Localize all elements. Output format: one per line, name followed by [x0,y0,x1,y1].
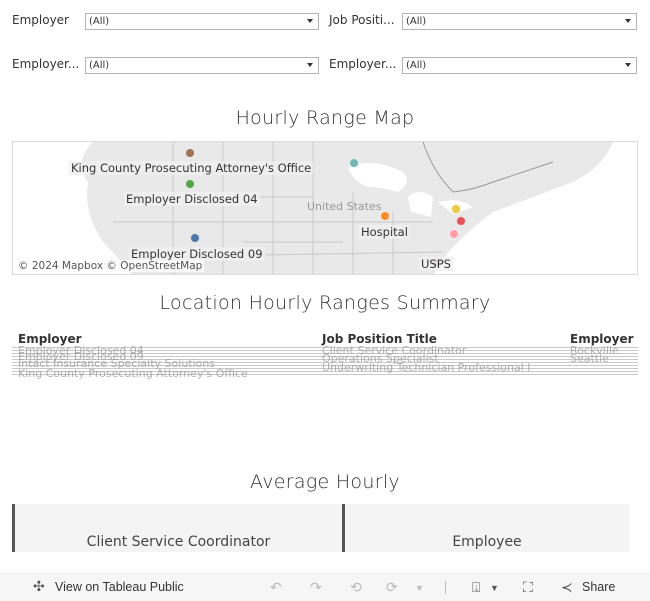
view-on-tableau-public-link[interactable]: View on Tableau Public [55,580,184,594]
chevron-down-icon[interactable]: ▼ [490,583,499,593]
map-point[interactable] [349,158,359,168]
filter-label-employer-3: Employer... [329,57,397,71]
job-position-filter-value: (All) [406,16,427,27]
employer-filter-value: (All) [89,16,110,27]
dropdown-arrow-icon [307,19,313,23]
job-position-filter-select[interactable]: (All) [402,13,637,30]
map-point-label: Employer Disclosed 04 [124,192,260,206]
summary-table: Employer Job Position Title Employer Ci … [12,330,638,380]
map-point[interactable] [185,148,195,158]
share-button[interactable]: Share [582,580,615,594]
revert-icon[interactable]: ⟲ [350,579,362,596]
average-title: Average Hourly [250,471,400,493]
map-point-label: Employer Disclosed 09 [129,247,265,261]
map-point[interactable] [185,179,195,189]
share-icon[interactable]: ≺ [561,579,573,596]
map-title: Hourly Range Map [235,107,415,129]
employer-filter-2-value: (All) [89,60,110,71]
map-point-label: Hospital [359,225,410,239]
dropdown-arrow-icon [625,63,631,67]
map-point[interactable] [456,216,466,226]
tableau-toolbar: ✣ View on Tableau Public ↶ ↷ ⟲ ⟳ ▼ ⍗ ▼ ⛶… [0,573,650,601]
redo-icon[interactable]: ↷ [310,579,322,596]
map-point[interactable] [451,204,461,214]
average-cell[interactable]: Employee [342,504,629,552]
table-cell: Seattle [570,352,609,365]
table-cell: King County Prosecuting Attorney's Offic… [18,367,248,380]
average-cell-label: Client Service Coordinator [86,534,271,550]
dropdown-arrow-icon [625,19,631,23]
employer-filter-2-select[interactable]: (All) [85,57,319,74]
map-point[interactable] [449,229,459,239]
employer-filter-3-value: (All) [406,60,427,71]
divider [445,581,446,594]
filter-label-employer-2: Employer... [12,57,80,71]
summary-title: Location Hourly Ranges Summary [159,292,491,314]
employer-filter-3-select[interactable]: (All) [402,57,637,74]
filter-label-job-position: Job Positi... [329,13,395,27]
refresh-icon[interactable]: ⟳ [386,579,398,596]
download-icon[interactable]: ⍗ [472,579,480,596]
table-cell: Underwriting Technician Professional I [322,361,531,374]
dropdown-arrow-icon [307,63,313,67]
map-point[interactable] [380,211,390,221]
filter-label-employer: Employer [12,13,69,27]
average-cell-label: Employee [452,534,522,550]
employer-filter-select[interactable]: (All) [85,13,319,30]
map-attribution: © 2024 Mapbox © OpenStreetMap [16,260,205,272]
undo-icon[interactable]: ↶ [270,579,282,596]
map-country-label: United States [307,200,382,213]
map-point-label: USPS [419,257,453,271]
tableau-logo-icon: ✣ [33,578,45,594]
chevron-down-icon[interactable]: ▼ [415,583,424,593]
average-cell[interactable]: Client Service Coordinator [12,504,342,552]
map-point-label: King County Prosecuting Attorney's Offic… [69,161,314,175]
hourly-range-map[interactable]: United States King County Prosecuting At… [12,141,638,275]
map-point[interactable] [190,233,200,243]
fullscreen-icon[interactable]: ⛶ [523,579,533,596]
